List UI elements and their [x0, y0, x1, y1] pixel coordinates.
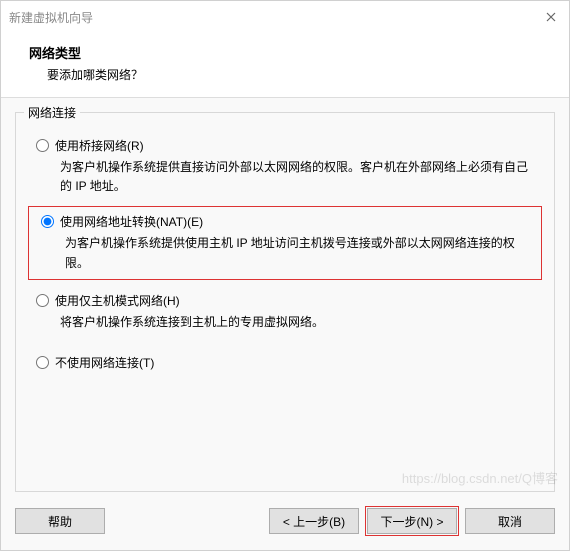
option-hostonly-row[interactable]: 使用仅主机模式网络(H) — [36, 292, 538, 309]
option-bridged-label: 使用桥接网络(R) — [55, 137, 144, 154]
wizard-header: 网络类型 要添加哪类网络？ — [1, 33, 569, 98]
option-hostonly-label: 使用仅主机模式网络(H) — [55, 292, 180, 309]
radio-nat[interactable] — [41, 215, 54, 228]
network-fieldset: 网络连接 使用桥接网络(R) 为客户机操作系统提供直接访问外部以太网网络的权限。… — [15, 112, 555, 492]
window-title: 新建虚拟机向导 — [9, 9, 93, 26]
option-none[interactable]: 不使用网络连接(T) — [36, 354, 538, 371]
button-bar: 帮助 < 上一步(B) 下一步(N) > 取消 — [1, 496, 569, 550]
page-title: 网络类型 — [29, 43, 541, 62]
cancel-button[interactable]: 取消 — [465, 508, 555, 534]
option-none-label: 不使用网络连接(T) — [55, 354, 154, 371]
content-area: 网络连接 使用桥接网络(R) 为客户机操作系统提供直接访问外部以太网网络的权限。… — [1, 98, 569, 496]
option-nat-desc: 为客户机操作系统提供使用主机 IP 地址访问主机拨号连接或外部以太网网络连接的权… — [65, 234, 533, 272]
option-nat[interactable]: 使用网络地址转换(NAT)(E) 为客户机操作系统提供使用主机 IP 地址访问主… — [41, 213, 533, 272]
titlebar: 新建虚拟机向导 — [1, 1, 569, 33]
close-icon[interactable] — [541, 7, 561, 27]
option-none-row[interactable]: 不使用网络连接(T) — [36, 354, 538, 371]
option-bridged[interactable]: 使用桥接网络(R) 为客户机操作系统提供直接访问外部以太网网络的权限。客户机在外… — [36, 137, 538, 196]
next-button[interactable]: 下一步(N) > — [367, 508, 457, 534]
option-bridged-row[interactable]: 使用桥接网络(R) — [36, 137, 538, 154]
option-nat-label: 使用网络地址转换(NAT)(E) — [60, 213, 203, 230]
help-button[interactable]: 帮助 — [15, 508, 105, 534]
back-button[interactable]: < 上一步(B) — [269, 508, 359, 534]
highlight-next: 下一步(N) > — [365, 506, 459, 536]
wizard-window: 新建虚拟机向导 网络类型 要添加哪类网络？ 网络连接 使用桥接网络(R) 为客户… — [0, 0, 570, 551]
option-bridged-desc: 为客户机操作系统提供直接访问外部以太网网络的权限。客户机在外部网络上必须有自己的… — [60, 158, 538, 196]
page-subtitle: 要添加哪类网络？ — [29, 66, 541, 83]
radio-bridged[interactable] — [36, 139, 49, 152]
option-nat-row[interactable]: 使用网络地址转换(NAT)(E) — [41, 213, 533, 230]
option-hostonly[interactable]: 使用仅主机模式网络(H) 将客户机操作系统连接到主机上的专用虚拟网络。 — [36, 292, 538, 332]
highlight-nat: 使用网络地址转换(NAT)(E) 为客户机操作系统提供使用主机 IP 地址访问主… — [28, 206, 542, 279]
radio-hostonly[interactable] — [36, 294, 49, 307]
radio-none[interactable] — [36, 356, 49, 369]
fieldset-legend: 网络连接 — [24, 104, 80, 121]
option-hostonly-desc: 将客户机操作系统连接到主机上的专用虚拟网络。 — [60, 313, 538, 332]
